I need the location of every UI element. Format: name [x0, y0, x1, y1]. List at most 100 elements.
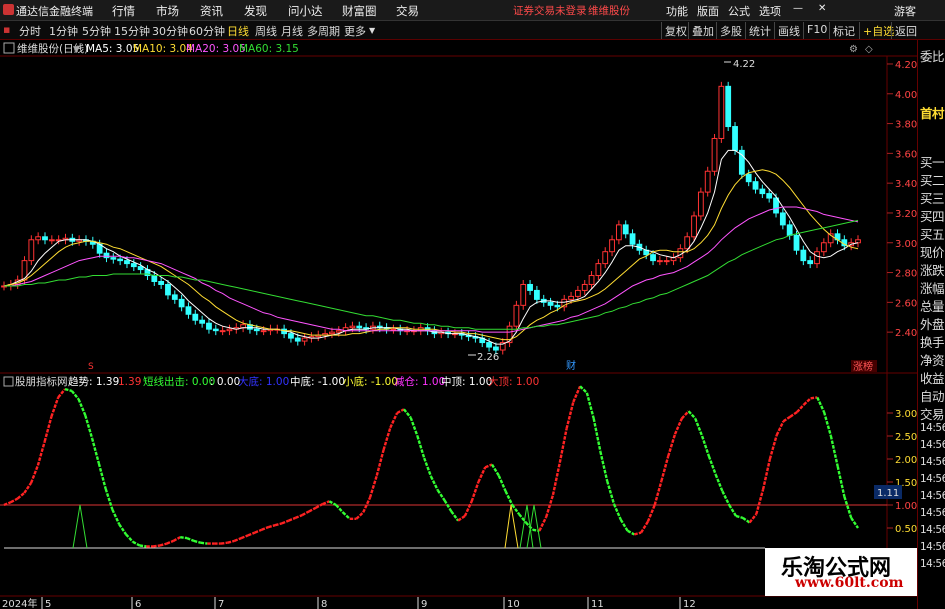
settings-gear-icon[interactable]: ⚙: [849, 44, 858, 55]
candle-body: [288, 333, 294, 339]
menu-quotes[interactable]: 行情: [112, 3, 135, 19]
period-daily[interactable]: 日线: [227, 23, 249, 39]
trend-segment: [836, 466, 846, 497]
period-15min[interactable]: 15分钟: [114, 23, 150, 39]
month-label: 8: [321, 599, 327, 609]
ma-dropdown-icon[interactable]: ▼: [73, 45, 80, 55]
candle-body: [609, 239, 615, 253]
candle-body: [103, 252, 110, 259]
period-menu-icon[interactable]: ▪: [3, 23, 10, 36]
login-notice[interactable]: 证券交易未登录: [513, 3, 587, 18]
collapse-panel-icon[interactable]: ◇: [865, 44, 873, 55]
trend-segment: [463, 500, 473, 517]
top-gainers-badge[interactable]: 涨榜: [853, 360, 873, 373]
menu-formula[interactable]: 公式: [728, 3, 750, 19]
candle-body: [629, 233, 636, 245]
panel-toggle-icon[interactable]: [3, 42, 15, 54]
period-5min[interactable]: 5分钟: [82, 23, 111, 39]
menu-function[interactable]: 功能: [666, 3, 688, 19]
candle-body: [301, 337, 308, 342]
trend-segment: [64, 387, 73, 393]
btn-back[interactable]: 返回: [891, 22, 920, 39]
candle-body: [732, 126, 738, 151]
trend-segment: [538, 516, 548, 532]
menu-wealth[interactable]: 财富圈: [342, 3, 377, 19]
minimize-icon[interactable]: —: [793, 3, 803, 14]
menu-layout[interactable]: 版面: [697, 3, 719, 19]
btn-stats[interactable]: 统计: [745, 22, 774, 39]
trend-segment: [606, 480, 616, 505]
btn-overlay[interactable]: 叠加: [688, 22, 717, 39]
candle-body: [650, 254, 656, 262]
indicator-field: 1.39: [118, 376, 141, 388]
candle-body: [752, 181, 759, 190]
menu-discover[interactable]: 发现: [244, 3, 267, 19]
btn-draw[interactable]: 画线: [774, 22, 803, 39]
btn-multistock[interactable]: 多股: [716, 22, 745, 39]
period-30min[interactable]: 30分钟: [152, 23, 188, 39]
trend-segment: [294, 513, 303, 520]
period-intraday[interactable]: 分时: [19, 23, 41, 39]
menu-options[interactable]: 选项: [759, 3, 781, 19]
date-axis-year: 2024年: [2, 597, 37, 609]
tick-time: 14:56: [920, 439, 945, 451]
ma20-label: MA20: 3.05: [186, 43, 246, 55]
candle-body: [253, 328, 260, 332]
sidebar-label: 涨跌: [920, 263, 945, 278]
sidebar-auto-label[interactable]: 自动: [920, 386, 945, 405]
menu-trade[interactable]: 交易: [396, 3, 419, 19]
chart-area[interactable]: 4.20 4.00 3.80 3.60 3.40 3.20 3.00 2.80 2.60 2.40…: [0, 40, 945, 609]
user-guest[interactable]: 游客: [894, 3, 916, 19]
sidebar-label: 净资: [920, 353, 945, 368]
trend-segment: [599, 451, 609, 482]
quote-sidebar: 委比 首村 买一 买二 买三 买四 买五 现价 涨跌 涨幅 总量 外盘 换手 净…: [917, 40, 945, 609]
trend-segment: [29, 464, 40, 484]
tick-time: 14:56: [920, 558, 945, 570]
menu-ask[interactable]: 问小达: [288, 3, 323, 19]
btn-f10[interactable]: F10: [803, 22, 830, 39]
period-monthly[interactable]: 月线: [281, 23, 303, 39]
ma10-line: [3, 169, 859, 341]
sidebar-label: 委比: [920, 49, 945, 64]
close-icon[interactable]: ✕: [818, 3, 826, 14]
trend-segment: [585, 392, 595, 419]
current-stock-name: 维维股份: [588, 5, 630, 17]
candle-body: [110, 257, 117, 260]
period-toolbar: ▪ 分时 1分钟 5分钟 15分钟 30分钟 60分钟 日线 周线 月线 多周期…: [0, 21, 945, 40]
indicator-name: 股朋指标网: [15, 375, 68, 388]
trend-segment: [97, 463, 107, 490]
menu-news[interactable]: 资讯: [200, 3, 223, 19]
price-tick-label: 3.40: [895, 179, 917, 190]
trend-segment: [484, 463, 493, 469]
candle-body: [212, 328, 219, 332]
period-multi[interactable]: 多周期: [307, 23, 340, 39]
trend-segment: [355, 511, 365, 520]
candle-body: [527, 283, 533, 291]
period-more[interactable]: 更多: [344, 23, 366, 39]
trend-segment: [159, 542, 168, 547]
menu-market[interactable]: 市场: [156, 3, 179, 19]
price-tick-label: 3.60: [895, 149, 917, 160]
trend-segment: [322, 500, 330, 506]
trend-segment: [193, 539, 201, 544]
indicator-toggle-icon[interactable]: [3, 376, 14, 387]
indicator-tick-label: 1.00: [895, 501, 917, 512]
more-chevron-icon[interactable]: ▼: [369, 26, 375, 35]
trend-segment: [166, 539, 174, 545]
ma10-label: MA10: 3.04: [133, 43, 193, 55]
trend-segment: [240, 534, 249, 540]
period-60min[interactable]: 60分钟: [189, 23, 225, 39]
sidebar-trade-label[interactable]: 交易: [920, 404, 945, 423]
candle-body: [615, 224, 622, 241]
candle-body: [206, 322, 212, 330]
btn-marks[interactable]: 标记: [829, 22, 858, 39]
indicator-field: 中底: -1.00: [290, 375, 345, 388]
candle-body: [602, 251, 609, 265]
period-1min[interactable]: 1分钟: [49, 23, 78, 39]
low-price-label: 2.26: [477, 352, 499, 363]
trend-segment: [301, 510, 310, 517]
trend-segment: [660, 455, 670, 482]
btn-adjust[interactable]: 复权: [661, 22, 690, 39]
period-weekly[interactable]: 周线: [255, 23, 277, 39]
trend-segment: [152, 544, 161, 548]
